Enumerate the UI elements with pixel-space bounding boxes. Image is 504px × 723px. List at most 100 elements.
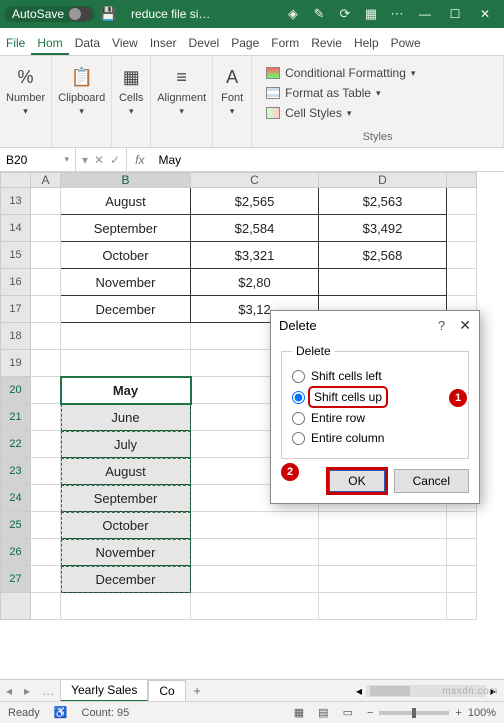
view-page-icon[interactable]: ▤: [318, 706, 328, 719]
tab-view[interactable]: View: [106, 31, 144, 55]
col-header-d[interactable]: D: [319, 173, 447, 188]
fx-label[interactable]: fx: [127, 153, 152, 167]
table-row: 16November$2,80: [1, 269, 477, 296]
table-icon: [266, 87, 280, 99]
cells-icon: ▦: [118, 64, 144, 90]
save-icon[interactable]: 💾: [95, 6, 121, 22]
chevron-down-icon: ▾: [230, 106, 235, 117]
chevron-down-icon: ▾: [23, 106, 28, 117]
font-button[interactable]: A Font ▾: [219, 60, 245, 117]
group-cells: ▦ Cells ▾: [112, 56, 151, 147]
col-header-c[interactable]: C: [191, 173, 319, 188]
sync-icon[interactable]: ⟳: [332, 6, 358, 22]
zoom-in-icon[interactable]: +: [455, 707, 461, 719]
zoom-control[interactable]: − + 100%: [367, 707, 496, 719]
chevron-down-icon: ▾: [79, 106, 84, 117]
col-header-e[interactable]: [447, 173, 477, 188]
tab-developer[interactable]: Devel: [183, 31, 226, 55]
table-row: 14September$2,584$3,492: [1, 215, 477, 242]
alignment-button[interactable]: ≡ Alignment ▾: [157, 60, 206, 117]
active-cell[interactable]: May: [61, 377, 191, 404]
dropdown-icon[interactable]: ▾: [82, 153, 88, 167]
ok-button[interactable]: OK: [328, 469, 385, 493]
percent-icon: %: [13, 64, 39, 90]
maximize-button[interactable]: ☐: [440, 7, 470, 21]
check-icon[interactable]: ✓: [110, 153, 120, 167]
zoom-value[interactable]: 100%: [468, 707, 496, 719]
group-styles: Conditional Formatting ▾ Format as Table…: [252, 56, 504, 147]
minimize-button[interactable]: —: [410, 7, 440, 21]
sheet-tab-co[interactable]: Co: [148, 680, 185, 701]
chevron-down-icon: ▾: [411, 68, 416, 79]
help-icon[interactable]: ?: [438, 318, 445, 333]
ribbon-tabs: File Hom Data View Inser Devel Page Form…: [0, 28, 504, 56]
tab-formulas[interactable]: Form: [265, 31, 305, 55]
fieldset-legend: Delete: [292, 344, 335, 358]
cell-styles-button[interactable]: Cell Styles ▾: [264, 104, 417, 122]
sheet-tab-bar: ◂ ▸ … Yearly Sales Co + ◂ ▸: [0, 679, 504, 701]
file-name: reduce file si…: [131, 7, 210, 21]
table-row: 15October$3,321$2,568: [1, 242, 477, 269]
tab-review[interactable]: Revie: [305, 31, 348, 55]
cancel-icon[interactable]: ✕: [94, 153, 104, 167]
clipboard-button[interactable]: 📋 Clipboard ▾: [58, 60, 105, 117]
clipboard-icon: 📋: [69, 64, 95, 90]
font-icon: A: [219, 64, 245, 90]
select-all-corner[interactable]: [1, 173, 31, 188]
tab-file[interactable]: File: [0, 31, 31, 55]
table-row: 13August$2,565$2,563: [1, 188, 477, 215]
autosave-toggle[interactable]: AutoSave: [4, 6, 95, 22]
cancel-button[interactable]: Cancel: [394, 469, 469, 493]
sheet-nav-prev[interactable]: ◂: [0, 684, 18, 698]
table-row: [1, 593, 477, 620]
chevron-down-icon: ▾: [376, 88, 381, 99]
cell-styles-icon: [266, 107, 280, 119]
conditional-formatting-button[interactable]: Conditional Formatting ▾: [264, 64, 417, 82]
zoom-out-icon[interactable]: −: [367, 707, 373, 719]
sheet-nav-more[interactable]: …: [36, 684, 60, 698]
view-normal-icon[interactable]: ▦: [294, 706, 304, 719]
overflow-icon[interactable]: ⋯: [384, 6, 410, 22]
tab-help[interactable]: Help: [348, 31, 385, 55]
ribbon: % Number ▾ 📋 Clipboard ▾ ▦ Cells ▾ ≡ Ali…: [0, 56, 504, 148]
toggle-off-icon: [68, 7, 92, 21]
status-bar: Ready ♿ Count: 95 ▦ ▤ ▭ − + 100%: [0, 701, 504, 723]
tab-home[interactable]: Hom: [31, 31, 68, 55]
dialog-title: Delete: [279, 318, 317, 333]
zoom-slider[interactable]: [379, 711, 449, 715]
chevron-down-icon: ▾: [347, 108, 352, 119]
option-entire-column[interactable]: Entire column: [292, 428, 458, 448]
align-icon: ≡: [169, 64, 195, 90]
sheet-nav-next[interactable]: ▸: [18, 684, 36, 698]
pen-icon[interactable]: ✎: [306, 6, 332, 22]
tab-power[interactable]: Powe: [385, 31, 427, 55]
option-shift-up[interactable]: Shift cells up: [292, 386, 458, 408]
chevron-down-icon: ▾: [179, 106, 184, 117]
view-break-icon[interactable]: ▭: [343, 706, 353, 719]
tab-data[interactable]: Data: [69, 31, 106, 55]
format-as-table-button[interactable]: Format as Table ▾: [264, 84, 417, 102]
tab-insert[interactable]: Inser: [144, 31, 183, 55]
number-format-button[interactable]: % Number ▾: [6, 60, 45, 117]
scroll-left-icon[interactable]: ◂: [356, 684, 362, 698]
callout-2: 2: [281, 463, 299, 481]
dialog-close-button[interactable]: ✕: [459, 317, 471, 334]
add-sheet-button[interactable]: +: [186, 684, 209, 698]
option-entire-row[interactable]: Entire row: [292, 408, 458, 428]
sheet-tab-yearly-sales[interactable]: Yearly Sales: [60, 679, 148, 702]
close-button[interactable]: ✕: [470, 7, 500, 21]
group-alignment: ≡ Alignment ▾: [151, 56, 213, 147]
delete-options-group: Delete Shift cells left Shift cells up E…: [281, 344, 469, 459]
cells-button[interactable]: ▦ Cells ▾: [118, 60, 144, 117]
tab-page[interactable]: Page: [225, 31, 265, 55]
option-shift-left[interactable]: Shift cells left: [292, 366, 458, 386]
col-header-b[interactable]: B: [61, 173, 191, 188]
group-number: % Number ▾: [0, 56, 52, 147]
diamond-icon[interactable]: ◈: [280, 6, 306, 22]
formula-input[interactable]: May: [153, 153, 188, 167]
col-header-a[interactable]: A: [31, 173, 61, 188]
name-box[interactable]: B20▾: [0, 148, 76, 171]
cond-format-icon: [266, 67, 280, 79]
accessibility-icon[interactable]: ♿: [54, 706, 68, 719]
grid-icon[interactable]: ▦: [358, 6, 384, 22]
